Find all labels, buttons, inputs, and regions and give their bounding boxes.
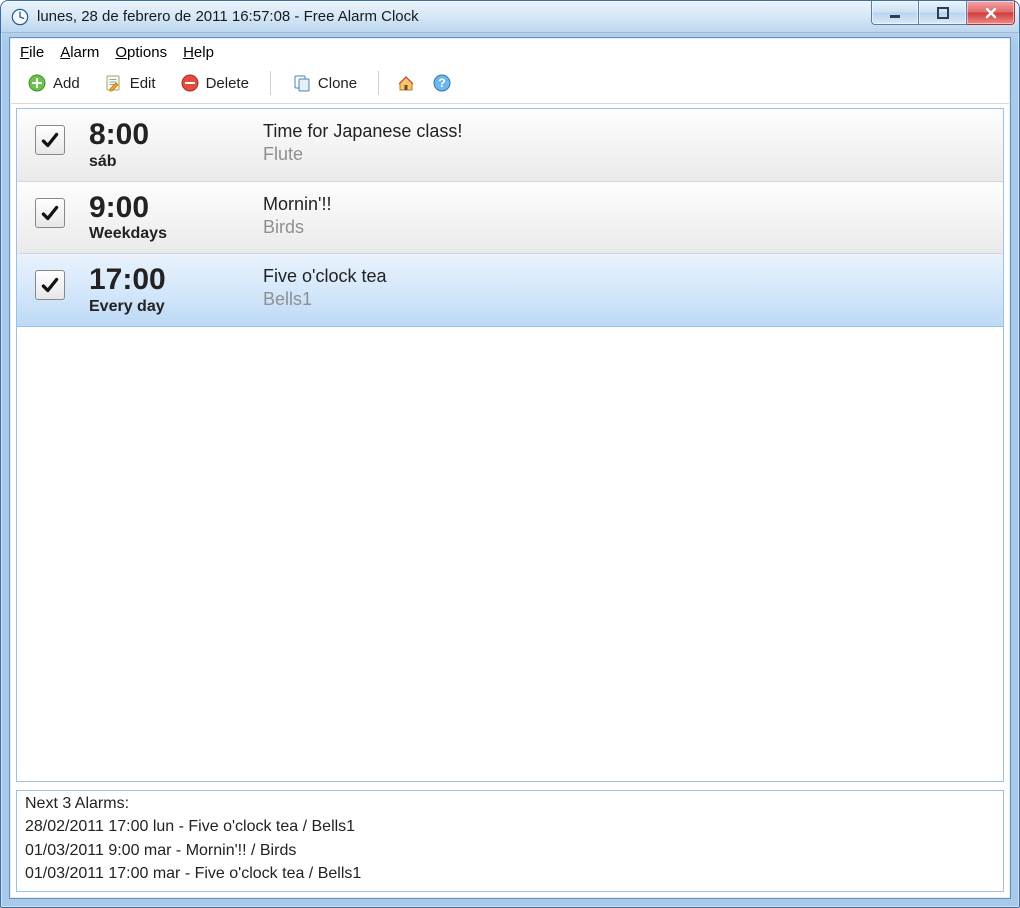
next-alarm-line: 01/03/2011 17:00 mar - Five o'clock tea … xyxy=(25,862,995,885)
toolbar-separator xyxy=(378,71,379,95)
alarm-days: Every day xyxy=(89,298,259,316)
menu-help[interactable]: Help xyxy=(183,44,214,61)
window-controls xyxy=(871,1,1015,25)
window-frame: lunes, 28 de febrero de 2011 16:57:08 - … xyxy=(0,0,1020,908)
alarm-description: Time for Japanese class! xyxy=(263,121,462,142)
home-icon xyxy=(396,73,416,93)
title-bar[interactable]: lunes, 28 de febrero de 2011 16:57:08 - … xyxy=(1,1,1019,33)
add-button[interactable]: Add xyxy=(18,69,89,97)
next-alarm-line: 01/03/2011 9:00 mar - Mornin'!! / Birds xyxy=(25,839,995,862)
alarm-list: 8:00 sábTime for Japanese class!Flute 9:00… xyxy=(16,108,1004,782)
alarm-checkbox[interactable] xyxy=(35,125,65,155)
next-alarms-header: Next 3 Alarms: xyxy=(25,795,995,813)
add-label: Add xyxy=(53,75,80,92)
alarm-time: 9:00 xyxy=(89,192,259,224)
edit-icon xyxy=(104,73,124,93)
next-alarm-line: 28/02/2011 17:00 lun - Five o'clock tea … xyxy=(25,815,995,838)
alarm-row[interactable]: 8:00 sábTime for Japanese class!Flute xyxy=(17,109,1003,182)
clock-icon xyxy=(11,8,29,26)
alarm-description: Mornin'!! xyxy=(263,194,331,215)
clone-button[interactable]: Clone xyxy=(283,69,366,97)
close-button[interactable] xyxy=(967,1,1015,25)
alarm-time: 8:00 xyxy=(89,119,259,151)
add-icon xyxy=(27,73,47,93)
list-empty-area xyxy=(17,327,1003,782)
alarm-checkbox[interactable] xyxy=(35,270,65,300)
edit-label: Edit xyxy=(130,75,156,92)
toolbar-separator xyxy=(270,71,271,95)
alarm-checkbox[interactable] xyxy=(35,198,65,228)
menu-options[interactable]: Options xyxy=(115,44,167,61)
help-button[interactable]: ? xyxy=(427,69,457,97)
client-area: File Alarm Options Help Add xyxy=(9,37,1011,899)
help-icon: ? xyxy=(432,73,452,93)
alarm-days: sáb xyxy=(89,153,259,171)
minimize-button[interactable] xyxy=(871,1,919,25)
alarm-sound: Flute xyxy=(263,144,462,165)
next-alarms-panel: Next 3 Alarms: 28/02/2011 17:00 lun - Fi… xyxy=(16,790,1004,892)
alarm-row[interactable]: 17:00 Every dayFive o'clock teaBells1 xyxy=(17,254,1003,327)
alarm-sound: Birds xyxy=(263,217,331,238)
alarm-time: 17:00 xyxy=(89,264,259,296)
alarm-row[interactable]: 9:00WeekdaysMornin'!!Birds xyxy=(17,182,1003,255)
window-title: lunes, 28 de febrero de 2011 16:57:08 - … xyxy=(37,8,419,25)
alarm-sound: Bells1 xyxy=(263,289,387,310)
svg-text:?: ? xyxy=(438,76,445,90)
menu-bar: File Alarm Options Help xyxy=(10,38,1010,65)
clone-icon xyxy=(292,73,312,93)
clone-label: Clone xyxy=(318,75,357,92)
delete-icon xyxy=(180,73,200,93)
menu-file[interactable]: File xyxy=(20,44,44,61)
menu-alarm[interactable]: Alarm xyxy=(60,44,99,61)
delete-button[interactable]: Delete xyxy=(171,69,258,97)
alarm-days: Weekdays xyxy=(89,225,259,243)
edit-button[interactable]: Edit xyxy=(95,69,165,97)
home-button[interactable] xyxy=(391,69,421,97)
maximize-button[interactable] xyxy=(919,1,967,25)
toolbar: Add Edit xyxy=(10,65,1010,104)
alarm-description: Five o'clock tea xyxy=(263,266,387,287)
delete-label: Delete xyxy=(206,75,249,92)
